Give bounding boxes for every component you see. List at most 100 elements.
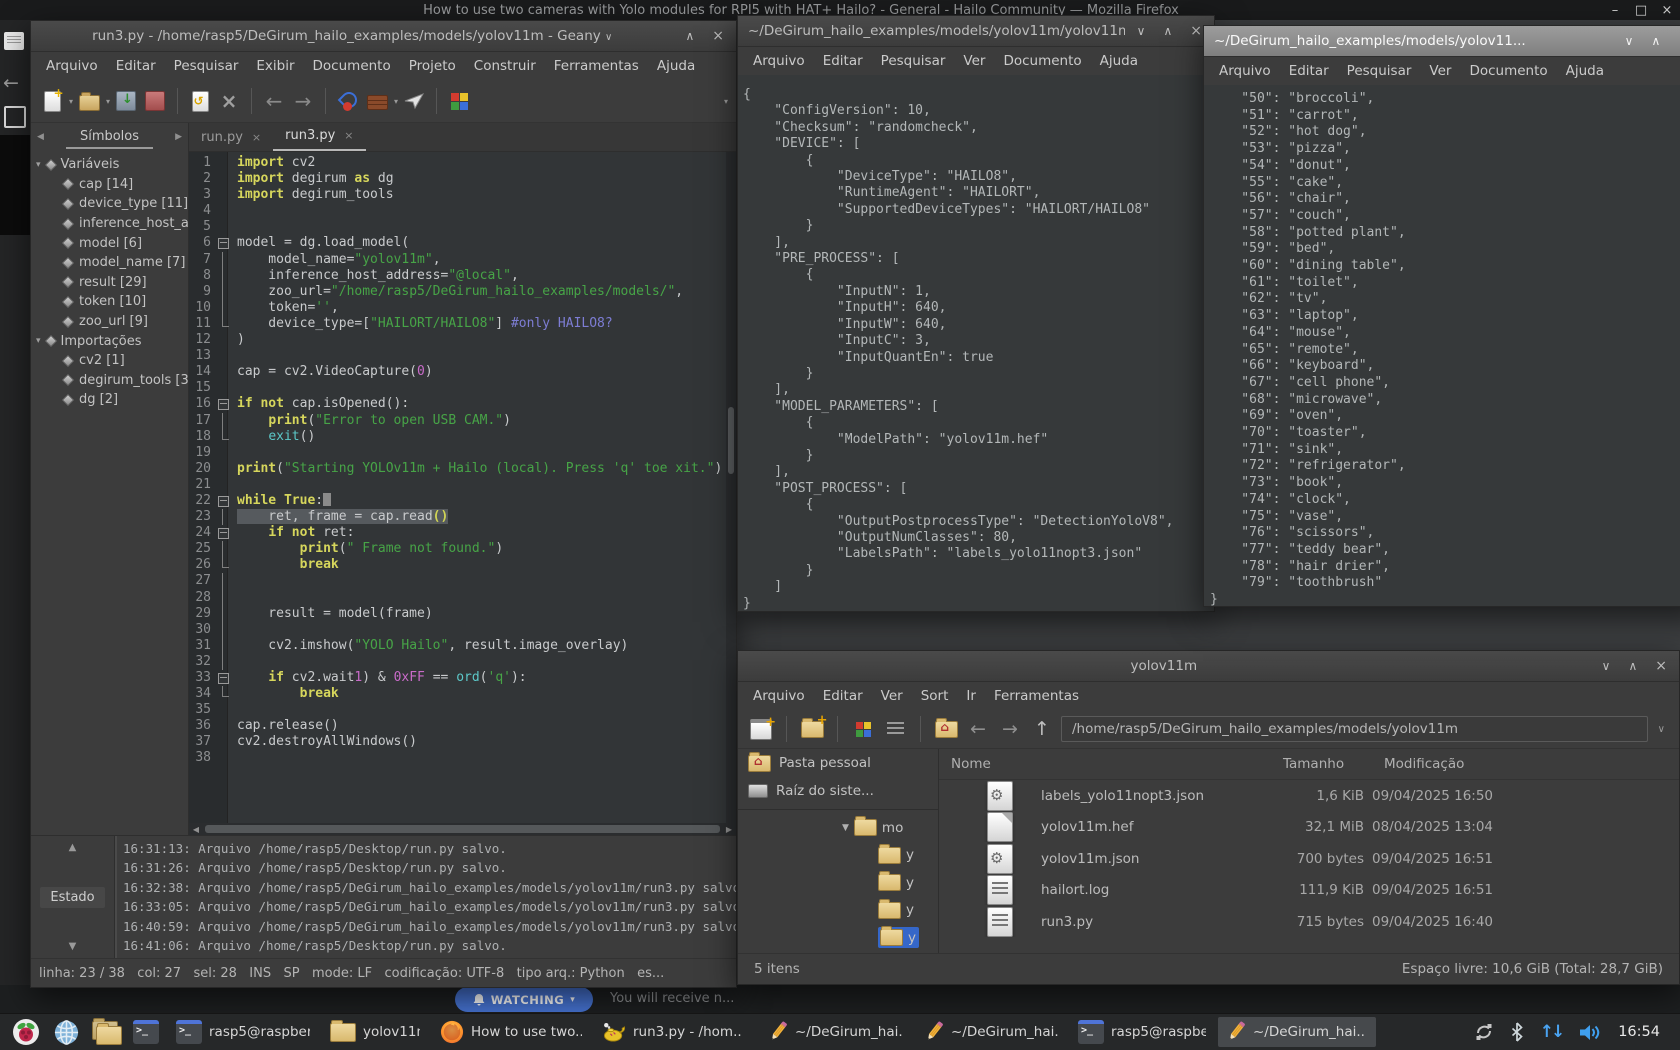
- column-modified[interactable]: Modificação: [1376, 756, 1464, 772]
- terminal-launcher[interactable]: [128, 1016, 164, 1048]
- menu-sort[interactable]: Sort: [912, 684, 958, 708]
- taskbar-window-button[interactable]: run3.py - /hom..: [594, 1017, 756, 1047]
- menu-documento[interactable]: Documento: [994, 49, 1090, 73]
- new-window-button[interactable]: [748, 714, 774, 744]
- json-text-area[interactable]: { "ConfigVersion": 10, "Checksum": "rand…: [738, 75, 1214, 611]
- menu-editar[interactable]: Editar: [1280, 59, 1338, 83]
- place-home[interactable]: Pasta pessoal: [738, 749, 938, 777]
- shade-button[interactable]: ∨: [1137, 24, 1146, 38]
- tree-item-folder[interactable]: y: [738, 924, 938, 952]
- symbol-item[interactable]: result [29]: [31, 273, 188, 293]
- path-bar[interactable]: /home/rasp5/DeGirum_hailo_examples/model…: [1061, 716, 1648, 742]
- menu-arquivo[interactable]: Arquivo: [1210, 59, 1280, 83]
- taskbar-window-button[interactable]: How to use two..: [432, 1017, 590, 1047]
- open-file-button[interactable]: [76, 85, 102, 117]
- taskbar-window-button[interactable]: rasp5@raspber..: [1070, 1017, 1214, 1047]
- fold-toggle-icon[interactable]: [218, 528, 229, 539]
- tree-item-models[interactable]: ▼ mo: [738, 814, 938, 842]
- fold-toggle-icon[interactable]: [218, 399, 229, 410]
- geany-titlebar[interactable]: run3.py - /home/rasp5/DeGirum_hailo_exam…: [31, 21, 736, 52]
- path-dropdown-icon[interactable]: ∨: [1654, 724, 1669, 735]
- menu-ajuda[interactable]: Ajuda: [648, 54, 704, 78]
- file-row-yolov11m.hef[interactable]: yolov11m.hef32,1 MiB08/04/2025 13:04: [939, 812, 1679, 844]
- updates-icon[interactable]: [1474, 1023, 1494, 1041]
- fold-toggle-icon[interactable]: [218, 673, 229, 684]
- menu-editar[interactable]: Editar: [107, 54, 165, 78]
- maximize-button[interactable]: ∧: [1651, 34, 1660, 48]
- applications-menu-button[interactable]: [8, 1016, 44, 1048]
- code-editor[interactable]: 1import cv22import degirum as dg3import …: [189, 152, 736, 835]
- up-button[interactable]: ↑: [1029, 714, 1055, 744]
- menu-editar[interactable]: Editar: [814, 684, 872, 708]
- menu-ajuda[interactable]: Ajuda: [1091, 49, 1147, 73]
- save-all-button[interactable]: [142, 85, 168, 117]
- place-filesystem-root[interactable]: Raíz do siste...: [738, 777, 938, 805]
- file-row-yolov11m.json[interactable]: yolov11m.json700 bytes09/04/2025 16:51: [939, 843, 1679, 875]
- menu-ir[interactable]: Ir: [957, 684, 985, 708]
- taskbar-window-button[interactable]: yolov11m: [322, 1017, 428, 1047]
- menu-projeto[interactable]: Projeto: [400, 54, 465, 78]
- editor-vertical-scrollbar[interactable]: [726, 152, 736, 823]
- menu-ver[interactable]: Ver: [954, 49, 994, 73]
- editor-titlebar[interactable]: ~/DeGirum_hailo_examples/models/yolov11m…: [738, 16, 1214, 47]
- new-file-button[interactable]: [39, 85, 65, 117]
- scroll-left-icon[interactable]: ◀: [189, 825, 203, 834]
- forward-button[interactable]: →: [997, 714, 1023, 744]
- symbol-item[interactable]: cv2 [1]: [31, 351, 188, 371]
- menu-ferramentas[interactable]: Ferramentas: [985, 684, 1088, 708]
- run-button[interactable]: [401, 85, 427, 117]
- maximize-button[interactable]: ∧: [1628, 659, 1637, 673]
- tree-item-folder[interactable]: y: [738, 869, 938, 897]
- menu-editar[interactable]: Editar: [814, 49, 872, 73]
- expander-icon[interactable]: ▼: [842, 823, 849, 833]
- menu-pesquisar[interactable]: Pesquisar: [1338, 59, 1421, 83]
- browser-launcher[interactable]: [48, 1016, 84, 1048]
- symbol-item[interactable]: device_type [11]: [31, 194, 188, 214]
- symbol-item[interactable]: zoo_url [9]: [31, 312, 188, 332]
- symbol-item[interactable]: cap [14]: [31, 175, 188, 195]
- build-button[interactable]: [364, 85, 390, 117]
- menu-construir[interactable]: Construir: [465, 54, 545, 78]
- menu-ver[interactable]: Ver: [1420, 59, 1460, 83]
- tree-item-folder[interactable]: y: [738, 842, 938, 870]
- file-row-hailort.log[interactable]: hailort.log111,9 KiB09/04/2025 16:51: [939, 875, 1679, 907]
- list-view-button[interactable]: [882, 714, 908, 744]
- shade-button[interactable]: ∨: [1625, 34, 1634, 48]
- column-size[interactable]: Tamanho: [1259, 756, 1376, 772]
- menu-arquivo[interactable]: Arquivo: [744, 684, 814, 708]
- symbol-group-variáveis[interactable]: ▾Variáveis: [31, 155, 188, 175]
- symbol-item[interactable]: model [6]: [31, 233, 188, 253]
- file-manager-launcher[interactable]: [88, 1016, 124, 1048]
- taskbar-window-button[interactable]: rasp5@raspber..: [168, 1017, 318, 1047]
- tab-symbols[interactable]: Símbolos: [66, 126, 153, 149]
- editor-titlebar[interactable]: ~/DeGirum_hailo_examples/models/yolov11.…: [1204, 26, 1680, 57]
- taskbar-window-button[interactable]: ~/DeGirum_hai..: [760, 1017, 912, 1047]
- labels-text-area[interactable]: "50": "broccoli", "51": "carrot", "52": …: [1204, 85, 1680, 606]
- tab-close-icon[interactable]: ×: [252, 131, 261, 144]
- nav-forward-button[interactable]: →: [290, 85, 316, 117]
- close-button[interactable]: ×: [1190, 23, 1202, 39]
- toolbar-overflow-button[interactable]: ▾: [724, 97, 728, 106]
- menu-documento[interactable]: Documento: [1460, 59, 1556, 83]
- fold-toggle-icon[interactable]: [218, 496, 229, 507]
- save-button[interactable]: [113, 85, 139, 117]
- menu-documento[interactable]: Documento: [304, 54, 400, 78]
- revert-button[interactable]: [187, 85, 213, 117]
- menu-ferramentas[interactable]: Ferramentas: [545, 54, 648, 78]
- clock[interactable]: 16:54: [1618, 1024, 1660, 1040]
- menu-pesquisar[interactable]: Pesquisar: [165, 54, 248, 78]
- menu-pesquisar[interactable]: Pesquisar: [872, 49, 955, 73]
- tab-scroll-up-icon[interactable]: ▲: [69, 842, 77, 853]
- close-button[interactable]: ×: [712, 28, 724, 44]
- expander-icon[interactable]: ▾: [36, 160, 41, 170]
- symbol-item[interactable]: dg [2]: [31, 390, 188, 410]
- file-list-header[interactable]: Nome Tamanho Modificação: [939, 749, 1679, 780]
- file-row-run3.py[interactable]: run3.py715 bytes09/04/2025 16:40: [939, 906, 1679, 938]
- volume-icon[interactable]: [1578, 1023, 1602, 1042]
- new-tab-button[interactable]: [799, 714, 825, 744]
- firefox-minimize-button[interactable]: –: [1602, 3, 1628, 18]
- network-traffic-icon[interactable]: ↑↓: [1540, 1022, 1563, 1042]
- tab-status[interactable]: Estado: [40, 887, 104, 908]
- taskbar-window-button[interactable]: ~/DeGirum_hai..: [916, 1017, 1066, 1047]
- tab-scroll-left-icon[interactable]: ◀: [37, 132, 44, 142]
